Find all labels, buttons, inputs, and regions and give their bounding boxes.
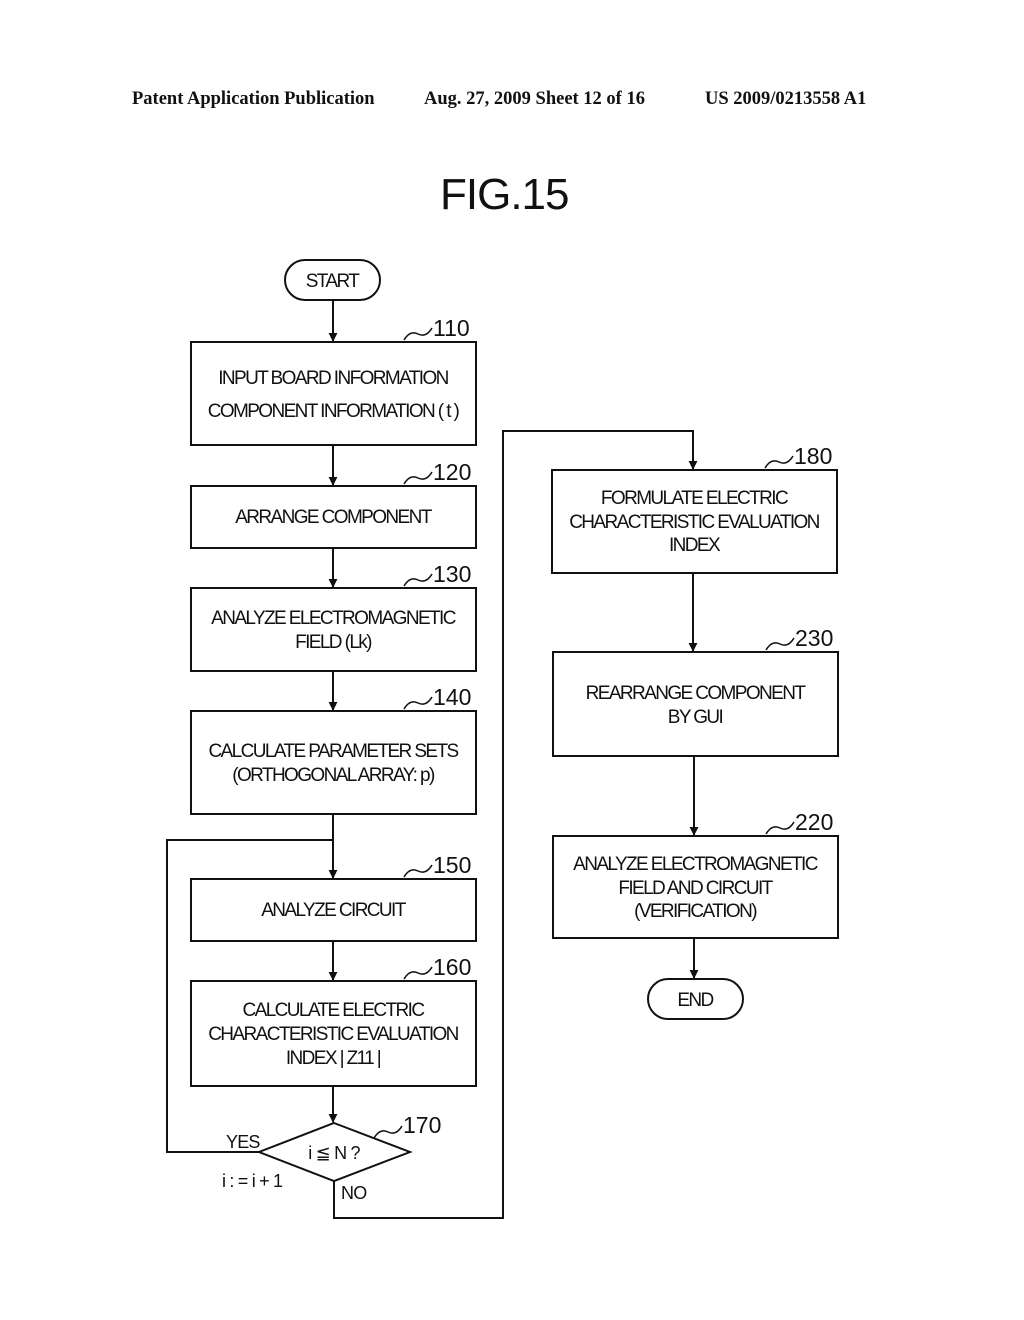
ref-150: 150 [433,852,471,878]
increment-label: i : = i + 1 [222,1171,283,1191]
ref-220: 220 [795,809,833,835]
ref-leader-220 [765,821,795,835]
ref-leader-150 [403,864,433,878]
ref-leader-110 [403,327,433,341]
ref-130: 130 [433,561,471,587]
ref-170: 170 [403,1112,441,1138]
step-120-line-1: ARRANGE COMPONENT [235,507,433,528]
ref-leader-180 [764,455,794,469]
ref-leader-230 [765,637,795,651]
ref-160: 160 [433,954,471,980]
step-180-line-3: INDEX [669,535,721,556]
step-110-box [190,341,477,446]
step-110-line-2: COMPONENT INFORMATION ( t ) [208,401,460,422]
step-230-line-1: REARRANGE COMPONENT [586,683,807,704]
ref-180: 180 [794,443,832,469]
ref-leader-120 [403,471,433,485]
step-160-line-1: CALCULATE ELECTRIC [243,1000,425,1021]
step-140-box [190,710,477,815]
step-140-line-1: CALCULATE PARAMETER SETS [208,741,458,762]
ref-leader-170 [373,1125,403,1139]
ref-leader-160 [403,966,433,980]
ref-leader-140 [403,696,433,710]
ref-120: 120 [433,459,471,485]
step-220-line-1: ANALYZE ELECTROMAGNETIC [573,854,818,875]
step-230-box [552,651,839,757]
end-label: END [677,990,713,1011]
ref-110: 110 [433,315,470,341]
step-180-line-1: FORMULATE ELECTRIC [601,488,788,509]
step-220-line-3: (VERIFICATION) [634,901,757,922]
step-180-line-2: CHARACTERISTIC EVALUATION [569,512,819,533]
step-160-line-2: CHARACTERISTIC EVALUATION [208,1024,458,1045]
no-path-connector [333,430,698,1219]
ref-140: 140 [433,684,471,710]
flowchart: START END 110 INPUT BOARD INFORMATION CO… [166,259,839,1219]
start-label: START [306,271,361,292]
step-130-line-1: ANALYZE ELECTROMAGNETIC [211,608,456,629]
step-160-line-3: INDEX | Z11 | [286,1048,381,1069]
step-130-box [190,587,477,672]
step-130-line-2: FIELD (Lk) [295,632,372,653]
decision-no-label: NO [341,1183,367,1203]
step-110-line-1: INPUT BOARD INFORMATION [218,368,448,389]
step-150-line-1: ANALYZE CIRCUIT [261,900,406,921]
decision-yes-label: YES [226,1132,260,1152]
decision-condition: i ≦ N ? [308,1143,360,1163]
step-230-line-2: BY GUI [668,707,723,728]
step-220-line-2: FIELD AND CIRCUIT [618,878,773,899]
ref-leader-130 [403,573,433,587]
ref-230: 230 [795,625,833,651]
step-140-line-2: (ORTHOGONAL ARRAY: p) [232,765,435,786]
